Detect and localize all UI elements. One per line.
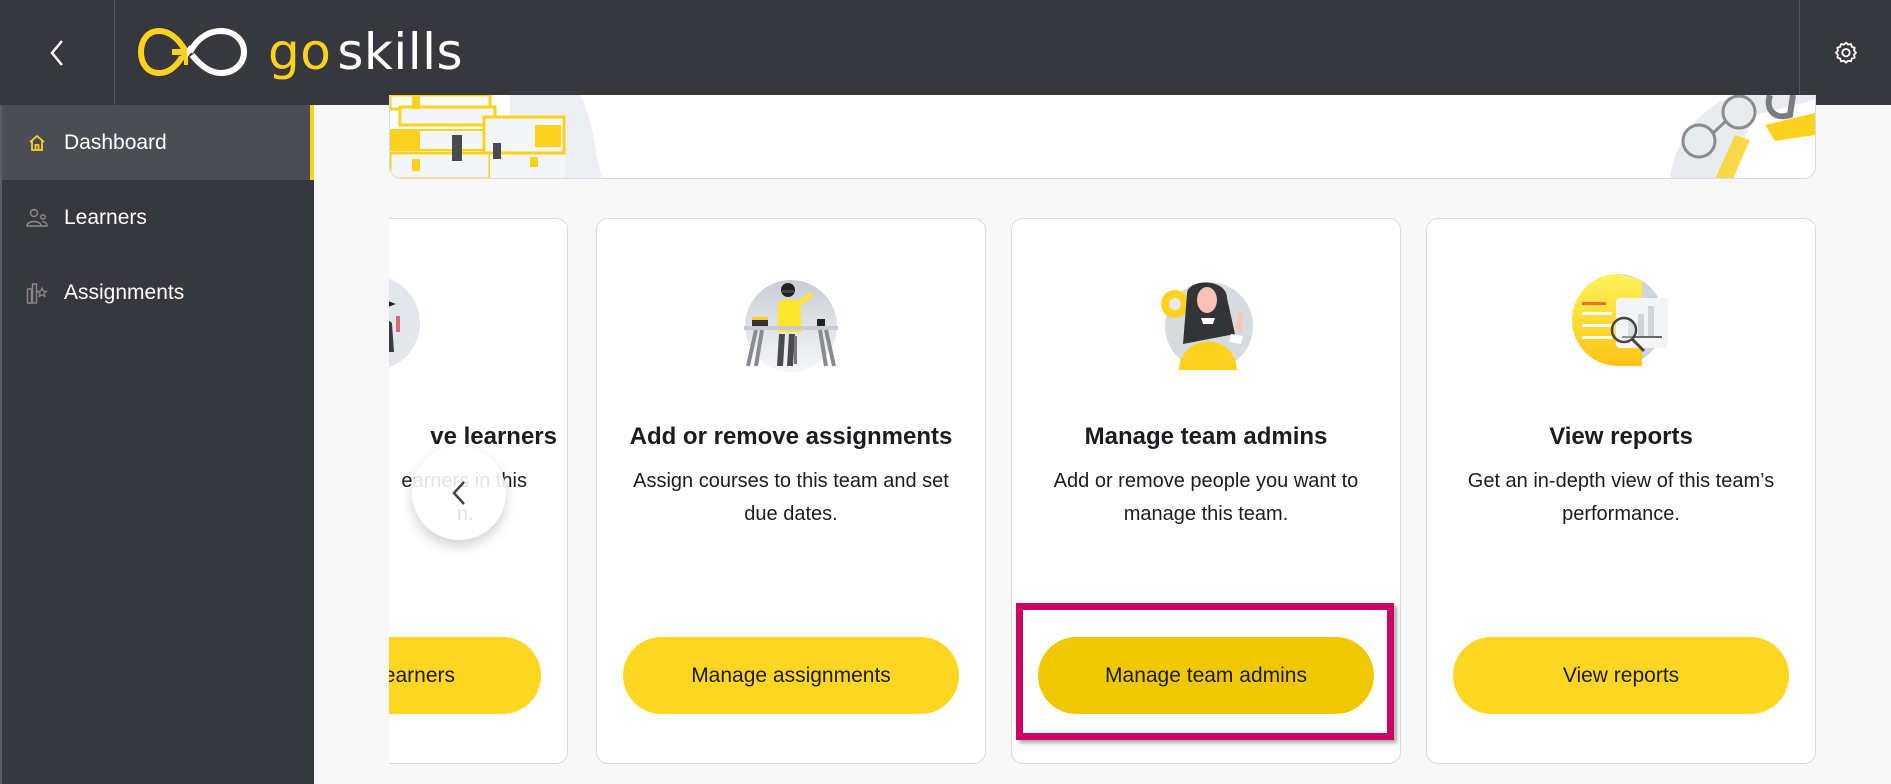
manage-team-admins-button[interactable]: Manage team admins bbox=[1038, 637, 1374, 714]
logo-skills-text: skills bbox=[337, 23, 464, 81]
sidebar-item-learners[interactable]: Learners bbox=[2, 180, 314, 255]
card-title: Manage team admins bbox=[1084, 423, 1328, 450]
manage-assignments-button[interactable]: Manage assignments bbox=[623, 637, 959, 714]
woman-at-desk-illustration-icon bbox=[744, 280, 838, 372]
chevron-left-icon bbox=[50, 39, 63, 66]
books-illustration-icon bbox=[390, 95, 602, 178]
logo-go-text: go bbox=[268, 23, 332, 81]
admin-woman-gear-illustration-icon bbox=[1161, 282, 1253, 370]
sidebar-item-label: Assignments bbox=[64, 280, 185, 304]
goskills-infinity-logo-icon bbox=[138, 27, 248, 77]
logo-wordmark: go skills bbox=[268, 24, 463, 80]
header-divider bbox=[114, 0, 115, 105]
top-header: go skills bbox=[0, 0, 1891, 105]
card-title: Add or remove assignments bbox=[629, 423, 953, 450]
sidebar-item-label: Dashboard bbox=[64, 130, 167, 154]
card-title: View reports bbox=[1549, 423, 1693, 450]
sidebar-item-assignments[interactable]: Assignments bbox=[2, 255, 314, 330]
card-assignments: Add or remove assignments Assign courses… bbox=[596, 218, 986, 764]
action-cards-carousel: ve learners earners in this n. earners A… bbox=[389, 218, 1829, 766]
settings-button[interactable] bbox=[1800, 0, 1891, 105]
card-description: Get an in-depth view of this team’s perf… bbox=[1467, 470, 1775, 525]
dashboard-banner bbox=[389, 95, 1816, 179]
sidebar: Dashboard Learners Assignments bbox=[0, 105, 314, 784]
gear-icon bbox=[1834, 41, 1857, 64]
goskills-logo[interactable]: go skills bbox=[138, 24, 463, 80]
sidebar-item-label: Learners bbox=[64, 205, 147, 229]
carousel-prev-button[interactable] bbox=[412, 446, 506, 540]
manage-learners-button[interactable]: earners bbox=[389, 637, 541, 714]
chevron-left-icon bbox=[452, 481, 465, 505]
card-description: Assign courses to this team and set due … bbox=[633, 470, 949, 525]
sidebar-item-dashboard[interactable]: Dashboard bbox=[2, 105, 314, 180]
users-icon bbox=[26, 207, 48, 229]
glasses-book-illustration-icon bbox=[1670, 95, 1815, 178]
home-icon bbox=[26, 132, 48, 154]
card-description: Add or remove people you want to manage … bbox=[1053, 470, 1359, 525]
report-magnifier-illustration-icon bbox=[1572, 274, 1668, 366]
view-reports-button[interactable]: View reports bbox=[1453, 637, 1789, 714]
graduates-illustration-icon bbox=[389, 278, 420, 368]
card-team-admins: Manage team admins Add or remove people … bbox=[1011, 218, 1401, 764]
books-star-icon bbox=[26, 282, 48, 304]
back-button[interactable] bbox=[0, 0, 114, 105]
card-reports: View reports Get an in-depth view of thi… bbox=[1426, 218, 1816, 764]
